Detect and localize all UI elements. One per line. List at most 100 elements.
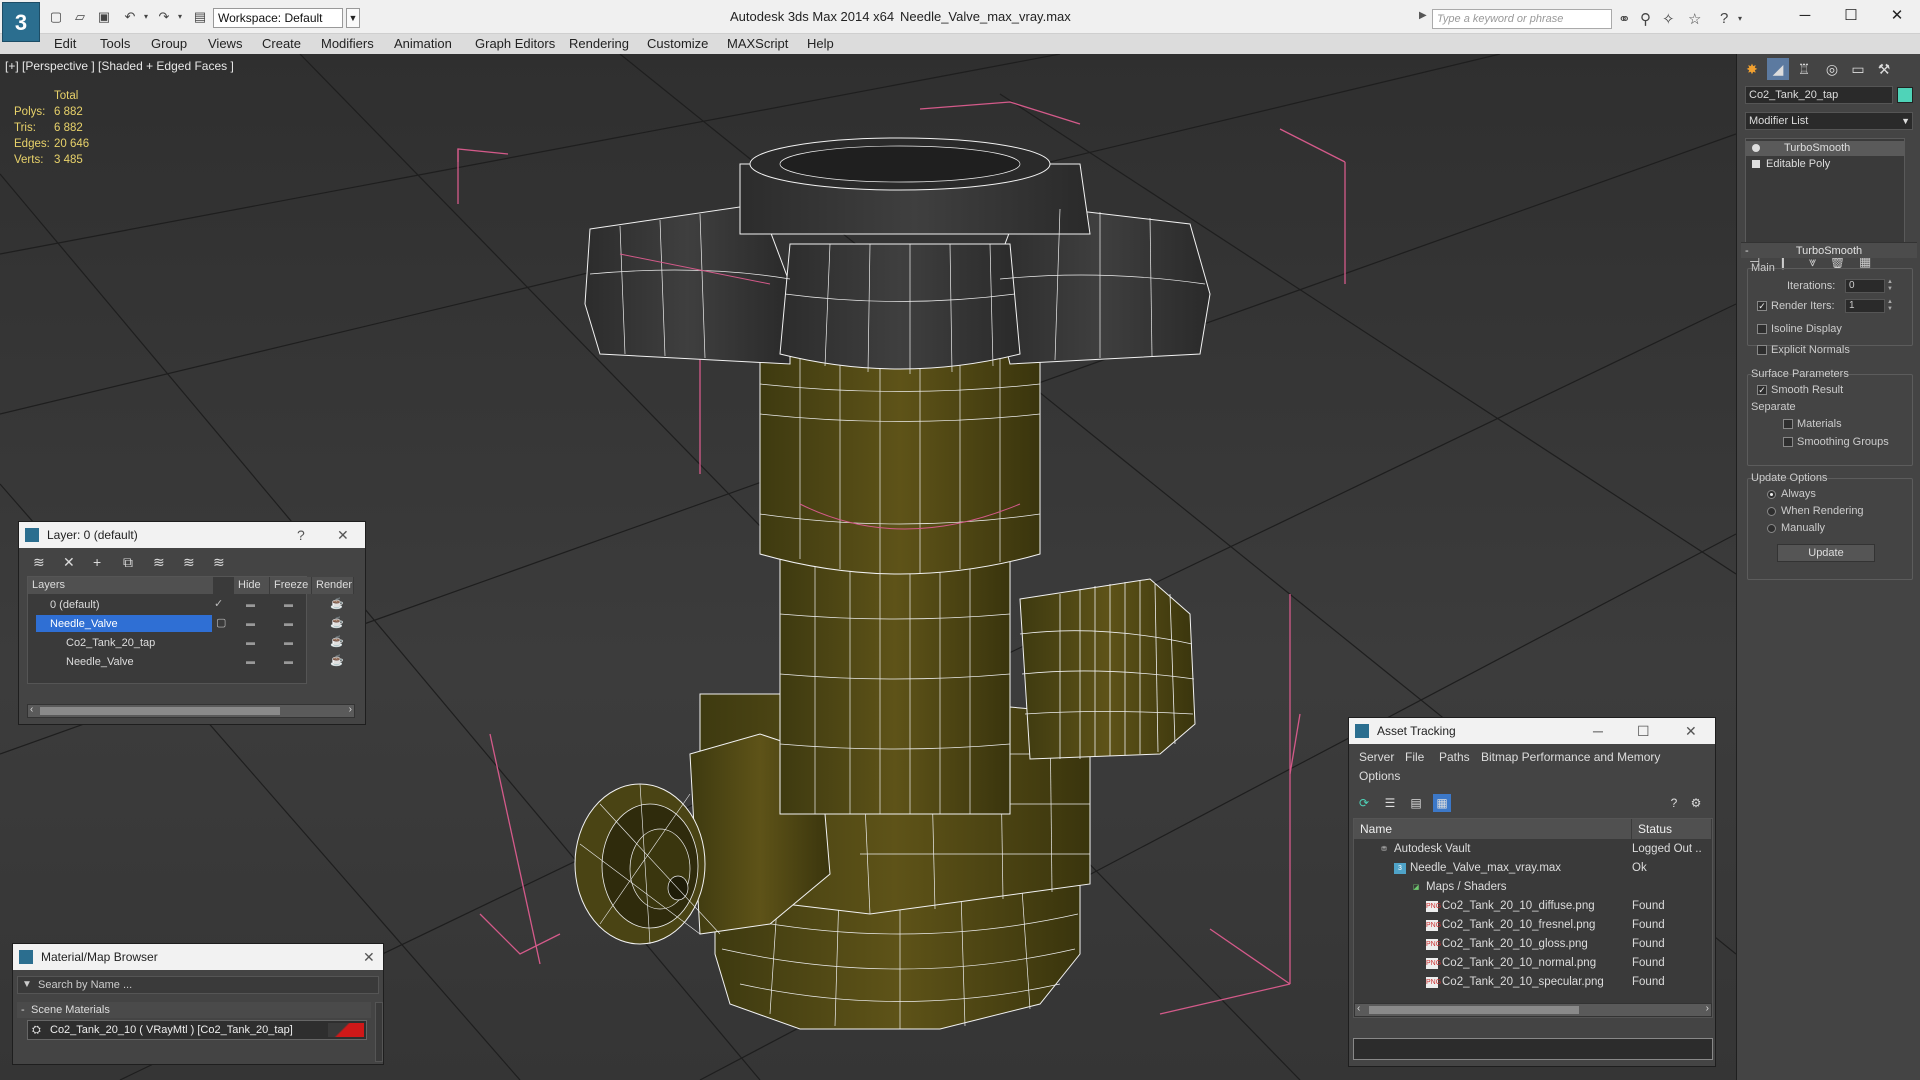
- tree-view-icon[interactable]: ▤: [1407, 794, 1425, 812]
- manually-radio[interactable]: [1767, 524, 1776, 533]
- binoculars-icon[interactable]: ⚭: [1618, 10, 1631, 28]
- scroll-right-icon[interactable]: ›: [349, 704, 352, 715]
- display-tab-icon[interactable]: ▭: [1847, 58, 1869, 80]
- menu-rendering[interactable]: Rendering: [569, 36, 629, 51]
- render-teapot-icon[interactable]: ☕: [330, 633, 344, 652]
- column-header-layers[interactable]: Layers: [28, 577, 214, 594]
- explicit-normals-checkbox[interactable]: [1757, 345, 1767, 355]
- app-menu-logo[interactable]: 3: [2, 2, 40, 42]
- redo-dropdown-icon[interactable]: ▾: [172, 9, 188, 25]
- hide-toggle[interactable]: ▬: [246, 633, 255, 652]
- scroll-left-icon[interactable]: ‹: [30, 704, 33, 715]
- column-header-render[interactable]: Render: [312, 577, 354, 594]
- asset-path-field[interactable]: [1353, 1038, 1713, 1060]
- close-button[interactable]: ✕: [1882, 6, 1912, 26]
- menu-animation[interactable]: Animation: [394, 36, 452, 51]
- layer-row[interactable]: Co2_Tank_20_tap ▬ ▬ ☕: [28, 633, 344, 652]
- asset-row[interactable]: 3 Needle_Valve_max_vray.max Ok: [1354, 859, 1712, 878]
- key-icon[interactable]: ⚲: [1640, 10, 1651, 28]
- object-color-swatch[interactable]: [1897, 87, 1913, 103]
- asset-row[interactable]: PNG Co2_Tank_20_10_diffuse.png Found: [1354, 897, 1712, 916]
- help-icon[interactable]: ?: [1720, 10, 1728, 27]
- scroll-right-icon[interactable]: ›: [1706, 1003, 1709, 1014]
- column-header-status[interactable]: Status: [1632, 819, 1712, 839]
- add-to-layer-icon[interactable]: +: [93, 554, 101, 570]
- help-button[interactable]: ?: [297, 522, 305, 548]
- column-header-name[interactable]: Name: [1354, 819, 1632, 839]
- menu-tools[interactable]: Tools: [100, 36, 130, 51]
- menu-group[interactable]: Group: [151, 36, 187, 51]
- lightbulb-icon[interactable]: [1752, 144, 1760, 152]
- menu-server[interactable]: Server: [1359, 748, 1394, 767]
- menu-paths[interactable]: Paths: [1439, 748, 1470, 767]
- workspace-dropdown-button[interactable]: ▼: [346, 8, 360, 28]
- workspace-select[interactable]: Workspace: Default: [213, 8, 343, 28]
- freeze-toggle[interactable]: ▬: [284, 652, 293, 671]
- menu-create[interactable]: Create: [262, 36, 301, 51]
- menu-options[interactable]: Options: [1359, 767, 1400, 786]
- save-file-icon[interactable]: ▣: [96, 9, 112, 25]
- layer-dialog-titlebar[interactable]: Layer: 0 (default) ? ✕: [19, 522, 365, 548]
- stack-item-editable-poly[interactable]: Editable Poly: [1746, 157, 1904, 172]
- favorites-star-icon[interactable]: ☆: [1688, 10, 1701, 28]
- open-file-icon[interactable]: ▱: [72, 9, 88, 25]
- asset-tracking-titlebar[interactable]: Asset Tracking ─ ☐ ✕: [1349, 718, 1715, 744]
- motion-tab-icon[interactable]: ◎: [1821, 58, 1843, 80]
- table-view-icon[interactable]: ▦: [1433, 794, 1451, 812]
- layer-horizontal-scrollbar[interactable]: ‹ ›: [27, 704, 355, 718]
- dialog-close-button[interactable]: ✕: [1685, 718, 1697, 744]
- menu-views[interactable]: Views: [208, 36, 242, 51]
- menu-bitmap-performance[interactable]: Bitmap Performance and Memory: [1481, 748, 1660, 767]
- spinner-arrows-icon[interactable]: ▲ ▼: [1887, 299, 1895, 313]
- render-teapot-icon[interactable]: ☕: [330, 652, 344, 671]
- menu-file[interactable]: File: [1405, 748, 1424, 767]
- smooth-result-checkbox[interactable]: ✓: [1757, 385, 1767, 395]
- delete-layer-icon[interactable]: ✕: [63, 554, 75, 571]
- layer-row[interactable]: Needle_Valve ▢ ▬ ▬ ☕: [28, 614, 344, 633]
- asset-row[interactable]: ◪ Maps / Shaders: [1354, 878, 1712, 897]
- select-objects-icon[interactable]: ⧉: [123, 554, 133, 571]
- scroll-left-icon[interactable]: ‹: [1357, 1003, 1360, 1014]
- freeze-toggle[interactable]: ▬: [284, 614, 293, 633]
- asset-row[interactable]: PNG Co2_Tank_20_10_normal.png Found: [1354, 954, 1712, 973]
- hide-toggle[interactable]: ▬: [246, 614, 255, 633]
- help-search-input[interactable]: Type a keyword or phrase: [1432, 9, 1612, 29]
- active-layer-check-icon[interactable]: ✓: [214, 595, 223, 614]
- utilities-tab-icon[interactable]: ⚒: [1873, 58, 1895, 80]
- undo-dropdown-icon[interactable]: ▾: [138, 9, 154, 25]
- asset-row[interactable]: PNG Co2_Tank_20_10_specular.png Found: [1354, 973, 1712, 992]
- menu-help[interactable]: Help: [807, 36, 834, 51]
- freeze-toggle[interactable]: ▬: [284, 595, 293, 614]
- materials-checkbox[interactable]: [1783, 419, 1793, 429]
- spinner-arrows-icon[interactable]: ▲ ▼: [1887, 279, 1895, 293]
- redo-icon[interactable]: ↷: [156, 9, 172, 25]
- new-file-icon[interactable]: ▢: [48, 9, 64, 25]
- layer-row[interactable]: Needle_Valve ▬ ▬ ☕: [28, 652, 344, 671]
- search-expand-icon[interactable]: ▶: [1419, 10, 1427, 21]
- help-dropdown-icon[interactable]: ▾: [1738, 14, 1742, 23]
- menu-customize[interactable]: Customize: [647, 36, 708, 51]
- menu-modifiers[interactable]: Modifiers: [321, 36, 374, 51]
- expand-plus-icon[interactable]: [1752, 160, 1760, 168]
- column-header-hide[interactable]: Hide: [234, 577, 270, 594]
- menu-edit[interactable]: Edit: [54, 36, 76, 51]
- minimize-button[interactable]: ─: [1790, 6, 1820, 26]
- undo-icon[interactable]: ↶: [122, 9, 138, 25]
- object-name-field[interactable]: Co2_Tank_20_tap: [1745, 86, 1893, 104]
- list-view-icon[interactable]: ☰: [1381, 794, 1399, 812]
- material-item[interactable]: ⛭ Co2_Tank_20_10 ( VRayMtl ) [Co2_Tank_2…: [27, 1020, 367, 1040]
- render-iters-spinner[interactable]: 1: [1845, 299, 1885, 313]
- iterations-spinner[interactable]: 0: [1845, 279, 1885, 293]
- menu-graph-editors[interactable]: Graph Editors: [475, 36, 555, 51]
- minimize-button[interactable]: ─: [1593, 718, 1603, 744]
- asset-row[interactable]: PNG Co2_Tank_20_10_fresnel.png Found: [1354, 916, 1712, 935]
- render-teapot-icon[interactable]: ☕: [330, 595, 344, 614]
- when-rendering-radio[interactable]: [1767, 507, 1776, 516]
- scene-materials-group[interactable]: - Scene Materials: [17, 1002, 371, 1018]
- material-search-input[interactable]: ▼ Search by Name ...: [17, 976, 379, 994]
- asset-row[interactable]: ⛃ Autodesk Vault Logged Out ..: [1354, 840, 1712, 859]
- active-layer-box-icon[interactable]: ▢: [216, 614, 226, 633]
- hierarchy-tab-icon[interactable]: ♖: [1793, 58, 1815, 80]
- layer-row[interactable]: 0 (default) ✓ ▬ ▬ ☕: [28, 595, 344, 614]
- dialog-close-button[interactable]: ✕: [337, 522, 349, 548]
